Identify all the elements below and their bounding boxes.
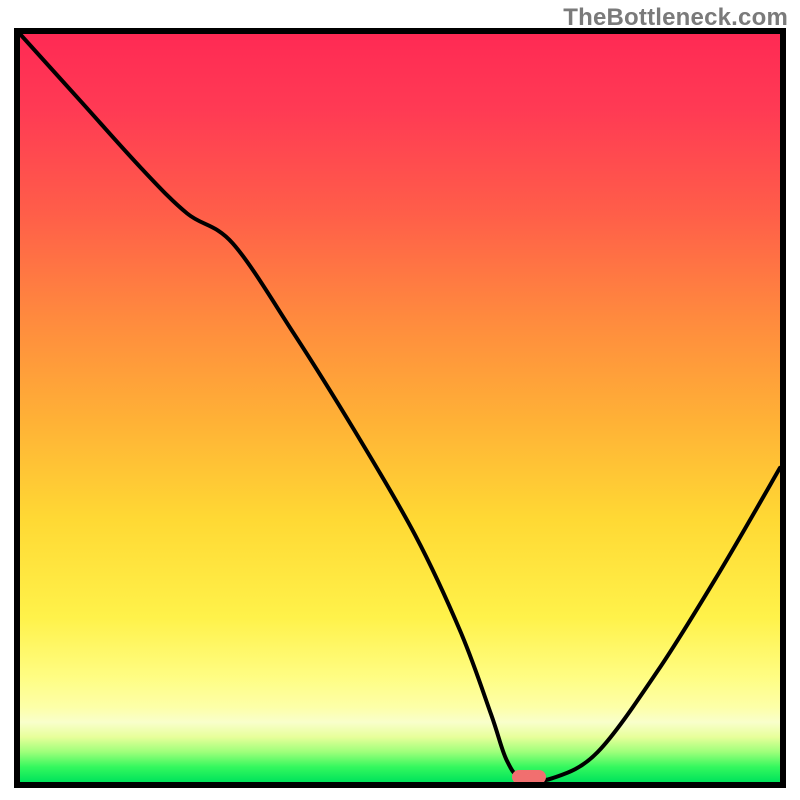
minimum-marker xyxy=(512,770,546,784)
watermark-text: TheBottleneck.com xyxy=(563,4,788,32)
curve-path xyxy=(20,34,780,781)
chart-frame xyxy=(14,28,786,788)
bottleneck-curve xyxy=(20,34,780,782)
